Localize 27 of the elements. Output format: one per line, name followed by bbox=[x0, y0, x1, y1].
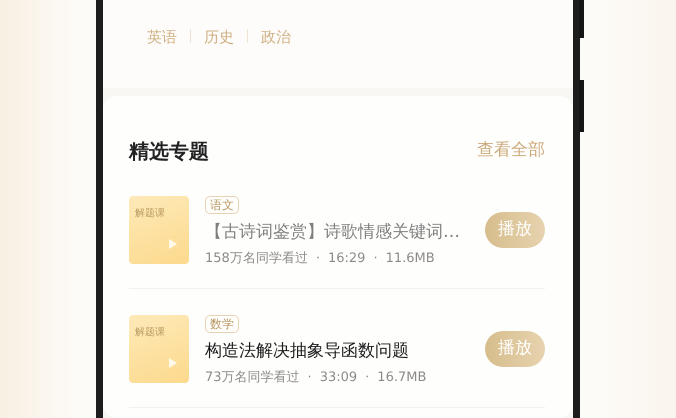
play-icon bbox=[169, 239, 177, 249]
separator: · bbox=[365, 368, 370, 386]
subject-link[interactable]: 政治 bbox=[261, 26, 291, 48]
duration: 16:29 bbox=[328, 250, 366, 268]
file-size: 16.7MB bbox=[377, 368, 426, 386]
thumbnail-label: 解题课 bbox=[135, 326, 165, 340]
view-all-link[interactable]: 查看全部 bbox=[477, 138, 545, 164]
subject-link[interactable]: 英语 bbox=[147, 26, 177, 48]
play-icon bbox=[169, 358, 177, 368]
subject-tag: 数学 bbox=[205, 315, 239, 333]
thumbnail[interactable]: 解题课 bbox=[129, 315, 189, 383]
play-button[interactable]: 播放 bbox=[485, 212, 545, 248]
subject-tag: 语文 bbox=[205, 196, 239, 214]
file-size: 11.6MB bbox=[386, 250, 435, 268]
video-title[interactable]: 【古诗词鉴赏】诗歌情感关键词… bbox=[205, 220, 485, 246]
view-count: 158万名同学看过 bbox=[205, 250, 308, 268]
duration: 33:09 bbox=[320, 368, 358, 386]
play-button[interactable]: 播放 bbox=[485, 331, 545, 367]
view-count: 73万名同学看过 bbox=[205, 368, 300, 386]
thumbnail-label: 解题课 bbox=[135, 207, 165, 221]
section-title: 精选专题 bbox=[129, 138, 209, 165]
separator: · bbox=[373, 250, 378, 268]
separator: · bbox=[308, 368, 312, 386]
thumbnail[interactable]: 解题课 bbox=[129, 196, 189, 264]
separator: · bbox=[316, 250, 320, 268]
subject-link[interactable]: 历史 bbox=[204, 26, 234, 48]
video-title[interactable]: 构造法解决抽象导函数问题 bbox=[205, 339, 485, 364]
